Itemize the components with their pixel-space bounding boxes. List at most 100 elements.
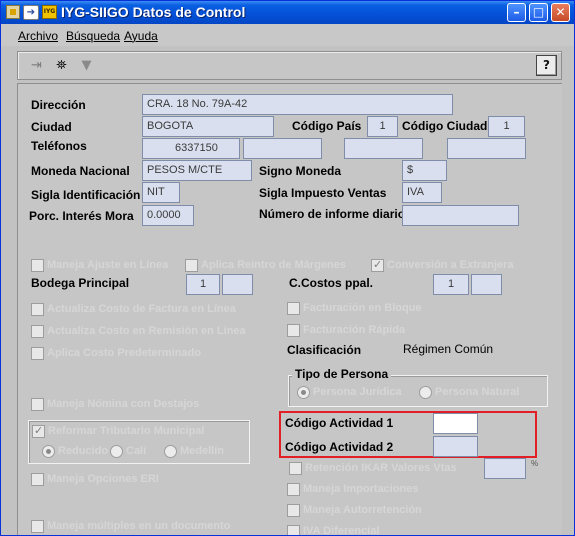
porc-interes-mora-field[interactable]: 0.0000 xyxy=(142,205,194,226)
application-window: ➔ IYG IYG-SIIGO Datos de Control – □ ✕ A… xyxy=(0,0,575,536)
checkbox-reintro-margenes[interactable] xyxy=(185,259,198,272)
codigo-actividad-2-label: Código Actividad 2 xyxy=(285,440,394,454)
checkbox-retencion-ikar[interactable] xyxy=(289,462,302,475)
ghost-label: Actualiza Costo en Remisión en Línea xyxy=(47,325,246,337)
close-button[interactable]: ✕ xyxy=(551,3,570,22)
bodega-principal-field[interactable]: 1 xyxy=(186,274,220,295)
checkbox-multiples-documento[interactable] xyxy=(31,520,44,533)
sigla-identificacion-label: Sigla Identificación xyxy=(31,188,141,202)
binoculars-icon[interactable]: ⛯ xyxy=(51,55,72,76)
app-icon xyxy=(6,5,20,19)
ghost-label: Maneja Autorretención xyxy=(303,504,422,516)
exit-door-icon[interactable]: ⇥ xyxy=(26,55,47,76)
codigo-ciudad-field[interactable]: 1 xyxy=(488,116,525,137)
radio-cali[interactable] xyxy=(110,445,123,458)
checkbox-costo-predeterminado[interactable] xyxy=(31,347,44,360)
signo-moneda-field[interactable]: $ xyxy=(402,160,447,181)
numero-informe-label: Número de informe diario xyxy=(259,207,406,221)
funnel-icon[interactable]: ▼ xyxy=(76,55,97,76)
ghost-label: Facturación Rápida xyxy=(303,324,406,336)
codigo-actividad-1-field[interactable] xyxy=(433,413,478,434)
help-question-icon[interactable]: ? xyxy=(536,55,557,76)
telefonos-label: Teléfonos xyxy=(31,139,87,153)
sigla-impuesto-label: Sigla Impuesto Ventas xyxy=(259,186,387,200)
ciudad-field[interactable]: BOGOTA xyxy=(142,116,274,137)
radio-persona-juridica[interactable] xyxy=(297,386,310,399)
ghost-label: Actualiza Costo de Factura en Línea xyxy=(47,303,236,315)
ghost-label: Aplica Reintro de Márgenes xyxy=(201,259,346,271)
checkbox-reformar-tributario[interactable] xyxy=(32,424,45,438)
checkbox-costo-remision[interactable] xyxy=(31,325,44,338)
codigo-actividad-1-label: Código Actividad 1 xyxy=(285,416,394,430)
minimize-button[interactable]: – xyxy=(507,3,526,22)
ghost-label: Maneja Ajuste en Línea xyxy=(47,259,169,271)
codigo-ciudad-label: Código Ciudad xyxy=(402,119,488,133)
radio-medellin[interactable] xyxy=(164,445,177,458)
codigo-pais-field[interactable]: 1 xyxy=(367,116,398,137)
ghost-label: Reformar Tributario Municipal xyxy=(48,425,205,437)
ghost-label: Persona Natural xyxy=(435,386,520,398)
direccion-field[interactable]: CRA. 18 No. 79A-42 xyxy=(142,94,453,115)
ghost-label: Conversión a Extranjera xyxy=(387,259,514,271)
radio-persona-natural[interactable] xyxy=(419,386,432,399)
checkbox-iva-diferencial[interactable] xyxy=(287,525,300,535)
radio-reducido[interactable] xyxy=(42,445,55,458)
menu-bar: Archivo Búsqueda Ayuda xyxy=(1,24,574,46)
ghost-label: Medellín xyxy=(180,445,225,457)
moneda-nacional-label: Moneda Nacional xyxy=(31,164,130,178)
ghost-label: Facturación en Bloque xyxy=(303,302,422,314)
sigla-identificacion-field[interactable]: NIT xyxy=(142,182,180,203)
pin-icon[interactable]: ➔ xyxy=(23,5,39,20)
maximize-button[interactable]: □ xyxy=(529,3,548,22)
ghost-label: Maneja Nómina con Destajos xyxy=(47,398,200,410)
ghost-label: Maneja Opciones ERI xyxy=(47,473,159,485)
telefono-2-field[interactable] xyxy=(243,138,322,159)
ghost-label: Retención IKAR Valores Vtas xyxy=(305,462,457,474)
menu-archivo[interactable]: Archivo xyxy=(18,29,58,43)
menu-busqueda[interactable]: Búsqueda xyxy=(66,29,120,43)
numero-informe-field[interactable] xyxy=(402,205,519,226)
bodega-principal-extra-field[interactable] xyxy=(222,274,253,295)
telefono-4-field[interactable] xyxy=(447,138,526,159)
retencion-ikar-field[interactable] xyxy=(484,458,526,479)
ghost-label: Reducido xyxy=(58,445,109,457)
bodega-principal-label: Bodega Principal xyxy=(31,276,130,290)
ciudad-label: Ciudad xyxy=(31,120,72,134)
title-bar[interactable]: ➔ IYG IYG-SIIGO Datos de Control – □ ✕ xyxy=(1,1,574,24)
telefono-1-field[interactable]: 6337150 xyxy=(142,138,240,159)
menu-ayuda[interactable]: Ayuda xyxy=(124,29,158,43)
tipo-persona-title: Tipo de Persona xyxy=(292,367,392,381)
codigo-actividad-2-field[interactable] xyxy=(433,436,478,457)
ghost-label: Maneja Importaciones xyxy=(303,483,419,495)
direccion-label: Dirección xyxy=(31,98,86,112)
checkbox-ajuste-linea[interactable] xyxy=(31,259,44,272)
ghost-label: Cali xyxy=(126,445,147,457)
ccostos-ppal-field[interactable]: 1 xyxy=(433,274,469,295)
telefono-3-field[interactable] xyxy=(344,138,423,159)
checkbox-facturacion-bloque[interactable] xyxy=(287,302,300,315)
moneda-nacional-field[interactable]: PESOS M/CTE xyxy=(142,160,252,181)
ghost-label: IVA Diferencial xyxy=(303,525,380,536)
porc-interes-mora-label: Porc. Interés Mora xyxy=(29,209,134,223)
checkbox-importaciones[interactable] xyxy=(287,483,300,496)
clasificacion-label: Clasificación xyxy=(287,343,362,357)
percent-suffix: % xyxy=(531,459,539,468)
checkbox-autorretencion[interactable] xyxy=(287,504,300,517)
clasificacion-value: Régimen Común xyxy=(403,342,494,356)
checkbox-costo-factura[interactable] xyxy=(31,303,44,316)
ghost-label: Aplica Costo Predeterminado xyxy=(47,347,202,359)
codigo-pais-label: Código País xyxy=(292,119,362,133)
ghost-label: Maneja múltiples en un documento xyxy=(47,520,231,532)
toolbar: ⇥ ⛯ ▼ ? xyxy=(17,51,562,80)
ccostos-ppal-extra-field[interactable] xyxy=(471,274,502,295)
checkbox-nomina-destajos[interactable] xyxy=(31,398,44,411)
brand-badge-icon: IYG xyxy=(42,5,57,19)
checkbox-conversion-extranjera[interactable] xyxy=(371,258,384,272)
checkbox-opciones-eri[interactable] xyxy=(31,473,44,486)
signo-moneda-label: Signo Moneda xyxy=(259,164,341,178)
checkbox-facturacion-rapida[interactable] xyxy=(287,324,300,337)
ghost-label: Persona Jurídica xyxy=(313,386,402,398)
sigla-impuesto-field[interactable]: IVA xyxy=(402,182,442,203)
window-title: IYG-SIIGO Datos de Control xyxy=(61,4,246,20)
ccostos-ppal-label: C.Costos ppal. xyxy=(289,276,374,290)
